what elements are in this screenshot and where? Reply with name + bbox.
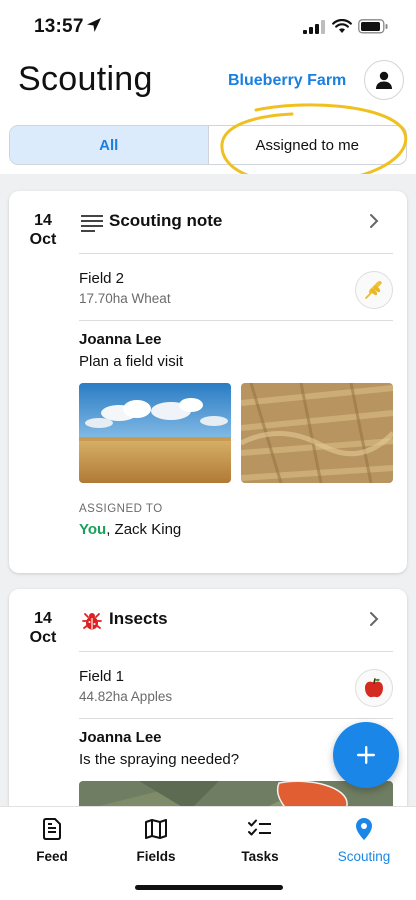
- note-date-day: 14: [34, 610, 52, 627]
- divider: [79, 320, 393, 321]
- filter-assigned-to-me-tab[interactable]: Assigned to me: [209, 126, 407, 164]
- field-name: Field 2: [79, 270, 125, 287]
- divider: [79, 651, 393, 652]
- chevron-right-icon: [370, 214, 379, 228]
- tab-feed-label: Feed: [36, 849, 68, 864]
- note-header[interactable]: Scouting note: [79, 209, 399, 237]
- note-date: 14 Oct: [23, 211, 63, 249]
- filter-segmented-control: All Assigned to me: [9, 125, 407, 165]
- status-time: 13:57: [34, 16, 84, 37]
- location-pin-icon: [356, 818, 372, 840]
- header: Scouting Blueberry Farm: [0, 52, 416, 114]
- tab-tasks-label: Tasks: [241, 849, 279, 864]
- plus-icon: [357, 746, 375, 764]
- divider: [79, 253, 393, 254]
- signal-icon: [303, 20, 325, 34]
- field-name: Field 1: [79, 668, 125, 685]
- note-type-label: Insects: [109, 609, 168, 628]
- wheat-icon: [365, 280, 382, 299]
- assigned-to-label: ASSIGNED TO: [79, 503, 163, 515]
- page-title: Scouting: [18, 60, 153, 98]
- status-bar: 13:57: [0, 0, 416, 52]
- note-text: Is the spraying needed?: [79, 751, 240, 768]
- wifi-icon: [332, 19, 352, 33]
- assigned-to-value: You, Zack King: [79, 521, 181, 538]
- tab-scouting-label: Scouting: [337, 849, 391, 864]
- home-indicator: [135, 885, 283, 890]
- bug-icon: [82, 613, 102, 630]
- scouting-note-card[interactable]: 14 Oct Scouting note Field 2 17.70ha Whe…: [9, 191, 407, 573]
- tab-tasks[interactable]: Tasks: [215, 817, 305, 864]
- apple-icon: [365, 678, 383, 698]
- note-text: Plan a field visit: [79, 353, 184, 370]
- battery-icon: [358, 19, 388, 34]
- checklist-icon: [248, 819, 271, 836]
- note-date: 14 Oct: [23, 609, 63, 647]
- note-author: Joanna Lee: [79, 729, 162, 746]
- tab-fields-label: Fields: [136, 849, 176, 864]
- map-icon: [145, 819, 167, 839]
- field-details: 44.82ha Apples: [79, 689, 173, 704]
- note-type-label: Scouting note: [109, 211, 223, 230]
- crop-badge: [355, 669, 393, 707]
- tab-fields[interactable]: Fields: [111, 817, 201, 864]
- user-icon: [376, 71, 392, 89]
- satellite-map-photo[interactable]: [79, 781, 393, 806]
- field-details: 17.70ha Wheat: [79, 291, 171, 306]
- location-arrow-icon: [87, 18, 101, 32]
- profile-button[interactable]: [364, 60, 404, 100]
- note-header[interactable]: Insects: [79, 607, 399, 635]
- notes-lines-icon: [81, 215, 103, 232]
- add-note-button[interactable]: [333, 722, 399, 788]
- tab-scouting[interactable]: Scouting: [319, 817, 409, 864]
- assigned-others: , Zack King: [106, 521, 182, 538]
- assigned-you: You: [79, 521, 107, 538]
- crop-badge: [355, 271, 393, 309]
- note-date-month: Oct: [29, 629, 57, 646]
- divider: [79, 718, 393, 719]
- scouting-feed[interactable]: 14 Oct Scouting note Field 2 17.70ha Whe…: [0, 174, 416, 806]
- tab-feed[interactable]: Feed: [7, 817, 97, 864]
- filter-all-tab[interactable]: All: [10, 126, 209, 164]
- note-date-day: 14: [34, 212, 52, 229]
- flattened-wheat-photo[interactable]: [241, 383, 393, 483]
- wheat-field-sky-photo[interactable]: [79, 383, 231, 483]
- note-author: Joanna Lee: [79, 331, 162, 348]
- feed-doc-icon: [43, 818, 61, 840]
- farm-selector-link[interactable]: Blueberry Farm: [228, 72, 346, 90]
- chevron-right-icon: [370, 612, 379, 626]
- note-date-month: Oct: [29, 231, 57, 248]
